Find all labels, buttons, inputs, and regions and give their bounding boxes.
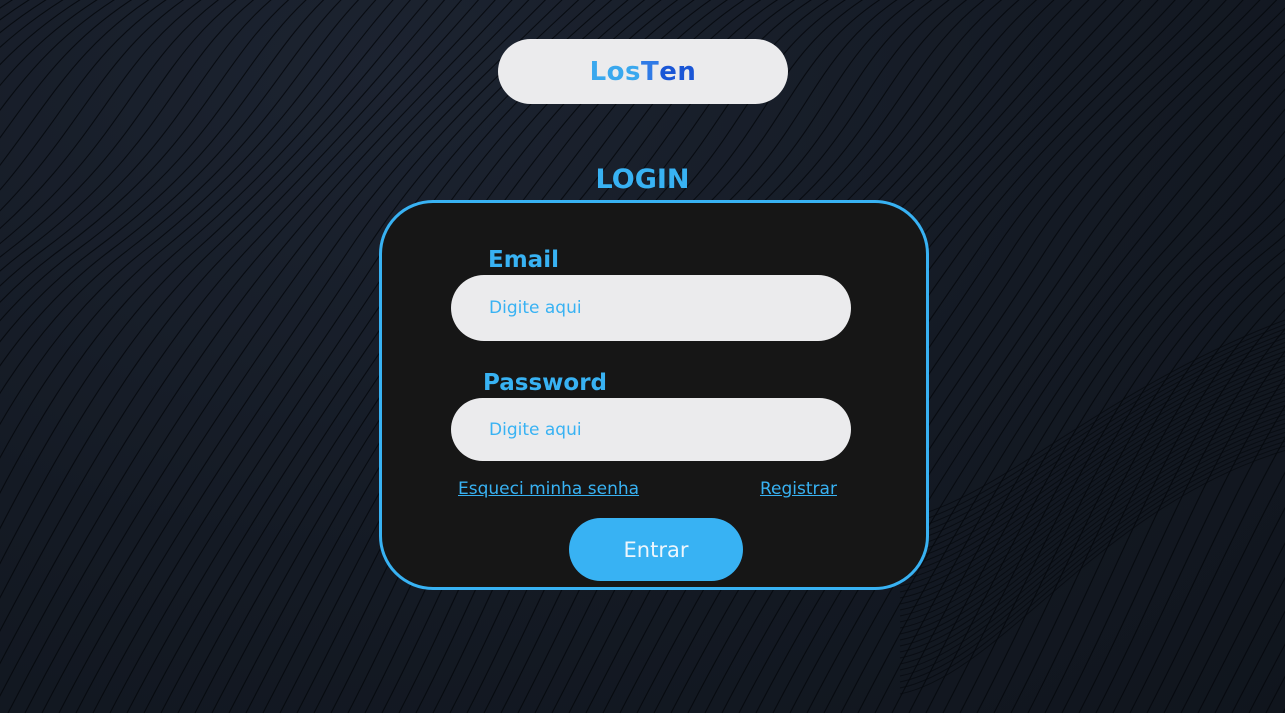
login-title: LOGIN <box>595 164 690 195</box>
login-submit-button[interactable]: Entrar <box>569 518 743 581</box>
register-link[interactable]: Registrar <box>760 479 837 499</box>
password-label: Password <box>483 370 607 396</box>
forgot-password-link[interactable]: Esqueci minha senha <box>458 479 639 499</box>
brand-logo-part-t: T <box>641 56 660 87</box>
brand-logo: Los Ten <box>498 39 788 104</box>
brand-logo-part-en: en <box>659 56 697 87</box>
password-input[interactable] <box>451 398 851 461</box>
brand-logo-part-los: Los <box>589 56 641 87</box>
email-input[interactable] <box>451 275 851 341</box>
email-label: Email <box>488 247 559 273</box>
